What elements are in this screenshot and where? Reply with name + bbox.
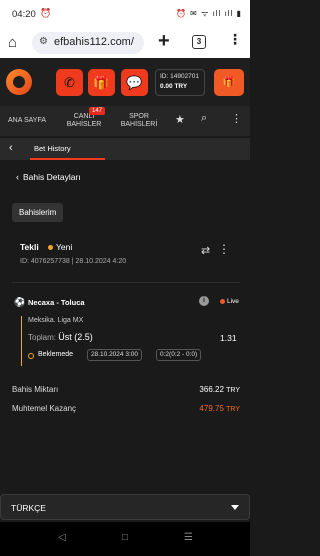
home-icon[interactable]: ⌂ — [8, 34, 17, 51]
site-header: ✆ 🎁 💬 ID: 14902701 0.00 TRY 🎁 — [0, 58, 250, 106]
bet-card: Tekli Yeni ID: 4076257738 | 28.10.2024 4… — [12, 232, 240, 272]
league-name: Meksika. Liga MX — [28, 317, 84, 324]
site-logo[interactable] — [6, 69, 32, 95]
account-box[interactable]: ID: 14902701 0.00 TRY — [155, 69, 205, 96]
potential-win-value: 479.75 TRY — [199, 404, 240, 413]
match-date: 28.10.2024 3:00 — [87, 349, 142, 361]
language-select[interactable]: TÜRKÇE — [0, 494, 250, 520]
alarm-icon: ⏰ — [40, 8, 52, 18]
phone-button[interactable]: ✆ — [56, 69, 83, 96]
search-icon[interactable]: ⌕ — [201, 112, 207, 125]
soccer-ball-icon: ⚽ — [14, 297, 26, 307]
live-dot — [220, 299, 225, 304]
bet-id-date: ID: 4076257738 | 28.10.2024 4:20 — [20, 258, 127, 265]
bet-history-tab[interactable]: Bet History — [34, 144, 71, 153]
repeat-icon[interactable]: ⇄ — [201, 244, 210, 257]
nav-sports-bets[interactable]: SPOR BAHİSLERİ — [119, 113, 159, 129]
browser-toolbar: ⌂ ⚙ efbahis112.com/ + 3 ⋮ — [0, 28, 250, 58]
balance: 0.00 TRY — [160, 83, 188, 90]
stake-row: Bahis Miktarı 366.22 TRY — [12, 385, 240, 394]
nav-sports-bets-label: SPOR BAHİSLERİ — [120, 113, 158, 128]
stake-value: 366.22 TRY — [199, 385, 240, 394]
detail-title: Bahis Detayları — [23, 172, 81, 182]
potential-win-label: Muhtemel Kazanç — [12, 404, 77, 413]
tab-switcher-button[interactable]: 3 — [192, 35, 206, 49]
phone-icon: ✆ — [64, 75, 75, 90]
pending-icon — [28, 353, 34, 359]
selection-line — [21, 316, 22, 366]
chat-button[interactable]: 💬 — [121, 69, 148, 96]
back-nav-icon[interactable]: ◁ — [58, 532, 66, 543]
promo-icon: 🎁 — [222, 77, 236, 88]
address-bar[interactable]: ⚙ efbahis112.com/ — [32, 32, 144, 54]
favorites-icon[interactable]: ★ — [175, 113, 185, 126]
browser-menu-icon[interactable]: ⋮ — [228, 32, 242, 46]
my-bets-button[interactable]: Bahislerim — [12, 203, 64, 222]
live-label: Live — [227, 298, 239, 305]
chat-icon: 💬 — [126, 75, 143, 90]
main-nav: ANA SAYFA CANLI BAHİSLER 147 SPOR BAHİSL… — [0, 106, 250, 136]
live-count-badge: 147 — [89, 107, 106, 115]
market-label: Toplam: — [28, 333, 57, 342]
recents-nav-icon[interactable]: ☰ — [184, 532, 193, 543]
match-item: ⚽ Necaxa - Toluca i Live Meksika. Liga M… — [12, 293, 240, 368]
status-icons: ⏰ ✉ ᯤ ıll ıll ▮ — [175, 9, 242, 18]
status-bar: 04:20 ⏰ ⏰ ✉ ᯤ ıll ıll ▮ — [0, 0, 250, 28]
system-nav-bar: ◁ □ ☰ — [0, 522, 250, 556]
detail-header[interactable]: ‹ Bahis Detayları — [16, 172, 81, 182]
selection-state: Beklemede — [38, 351, 74, 358]
win-amount: 479.75 — [199, 404, 224, 413]
match-score: 0:2(0:2 - 0:0) — [156, 349, 202, 361]
new-tab-icon[interactable]: + — [158, 30, 170, 53]
user-id: ID: 14902701 — [160, 73, 200, 80]
home-nav-icon[interactable]: □ — [122, 532, 128, 543]
win-currency: TRY — [226, 406, 240, 413]
site-settings-icon[interactable]: ⚙ — [39, 36, 48, 47]
selection: Üst (2.5) — [58, 332, 93, 342]
match-teams[interactable]: Necaxa - Toluca — [28, 298, 85, 307]
gift-button[interactable]: 🎁 — [88, 69, 115, 96]
gift-icon: 🎁 — [93, 75, 110, 90]
bet-status: Yeni — [56, 242, 73, 252]
bet-type: Tekli — [20, 242, 39, 252]
stake-amount: 366.22 — [199, 385, 224, 394]
market: Toplam: Üst (2.5) — [28, 332, 93, 342]
stake-currency: TRY — [226, 387, 240, 394]
potential-win-row: Muhtemel Kazanç 479.75 TRY — [12, 404, 240, 413]
bet-menu-icon[interactable]: ⋮ — [218, 242, 230, 256]
info-icon[interactable]: i — [199, 296, 209, 306]
language-value: TÜRKÇE — [11, 503, 46, 513]
stake-label: Bahis Miktarı — [12, 385, 59, 394]
divider — [12, 282, 240, 283]
promo-button[interactable]: 🎁 — [214, 69, 244, 96]
chevron-left-icon: ‹ — [16, 172, 19, 182]
back-icon[interactable]: ‹ — [9, 142, 13, 154]
nav-home[interactable]: ANA SAYFA — [8, 117, 46, 125]
url-text: efbahis112.com/ — [54, 36, 134, 48]
status-dot — [48, 245, 53, 250]
nav-live-bets-label: CANLI BAHİSLER — [66, 113, 102, 128]
bet-history-bar: ‹ Bet History — [0, 138, 250, 160]
status-time: 04:20 — [12, 9, 36, 20]
caret-down-icon — [231, 505, 239, 510]
odds-value: 1.31 — [220, 333, 237, 343]
nav-live-bets[interactable]: CANLI BAHİSLER — [66, 113, 102, 129]
more-icon[interactable]: ⋮ — [231, 112, 242, 125]
